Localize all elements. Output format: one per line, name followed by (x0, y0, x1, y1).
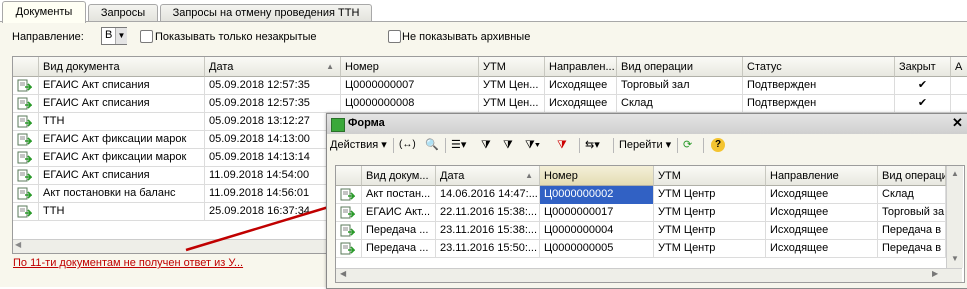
filter-value-icon[interactable]: ⧩ (503, 135, 513, 155)
form-horizontal-scrollbar[interactable]: ◀ ▶ (336, 268, 962, 282)
form-cell-operation: Передача в (878, 222, 946, 240)
form-col-header-utm[interactable]: УТМ (654, 166, 766, 186)
output-list-icon[interactable]: ⇆▾ (585, 135, 600, 155)
form-cell-direction: Исходящее (766, 204, 878, 222)
form-cell-utm: УТМ Центр (654, 186, 766, 204)
help-icon[interactable]: ? (711, 138, 725, 152)
search-icon[interactable]: 🔍 (425, 135, 439, 155)
form-sort-asc-icon: ▲ (525, 171, 533, 180)
form-table[interactable]: Вид докум... Дата ▲ Номер УТМ Направление… (335, 165, 965, 283)
form-col-header-direction[interactable]: Направление (766, 166, 878, 186)
history-icon[interactable]: (↔) (399, 135, 416, 155)
form-cell-number: Ц0000000017 (540, 204, 654, 222)
form-titlebar[interactable]: Форма ✕ (327, 114, 967, 134)
list-settings-icon[interactable]: ☰▾ (451, 135, 466, 155)
form-cell-date: 14.06.2016 14:47:... (436, 186, 540, 204)
form-window: Форма ✕ Действия ▾ (↔) 🔍 ☰▾ ⧩ ⧩ ⧩▾ ⧩ ⇆▾ … (326, 113, 967, 289)
form-app-icon (331, 118, 345, 132)
tab-documents[interactable]: Документы (2, 1, 86, 23)
form-table-row[interactable]: Передача ... 23.11.2016 15:50:... Ц0000000… (336, 240, 946, 258)
form-scroll-left-icon[interactable]: ◀ (340, 269, 346, 278)
form-cell-direction: Исходящее (766, 240, 878, 258)
form-scroll-right-icon[interactable]: ▶ (932, 269, 938, 278)
form-cell-operation: Склад (878, 186, 946, 204)
form-col-header-date[interactable]: Дата ▲ (436, 166, 540, 186)
form-cell-direction: Исходящее (766, 222, 878, 240)
form-cell-number: Ц0000000005 (540, 240, 654, 258)
form-table-row[interactable]: Акт постан... 14.06.2016 14:47:... Ц000000… (336, 186, 946, 204)
form-cell-utm: УТМ Центр (654, 240, 766, 258)
form-cell-type: Акт постан... (362, 186, 436, 204)
form-col-header-type[interactable]: Вид докум... (362, 166, 436, 186)
form-cell-number: Ц0000000002 (540, 186, 654, 204)
refresh-icon[interactable]: ⟳ (683, 135, 692, 155)
form-icon-column-header (336, 166, 362, 186)
form-cell-date: 22.11.2016 15:38:... (436, 204, 540, 222)
scroll-down-icon[interactable]: ▼ (951, 254, 959, 263)
form-cell-utm: УТМ Центр (654, 204, 766, 222)
form-col-header-operation[interactable]: Вид операци (878, 166, 946, 186)
clear-filter-icon[interactable]: ⧩ (557, 135, 567, 155)
form-col-header-number[interactable]: Номер (540, 166, 654, 186)
close-icon[interactable]: ✕ (952, 115, 963, 131)
form-title: Форма (348, 117, 385, 129)
actions-menu[interactable]: Действия ▾ (330, 135, 387, 155)
form-table-row[interactable]: ЕГАИС Акт... 22.11.2016 15:38:... Ц0000000… (336, 204, 946, 222)
form-cell-type: Передача ... (362, 240, 436, 258)
form-cell-type: ЕГАИС Акт... (362, 204, 436, 222)
form-vertical-scrollbar[interactable]: ▲ ▼ (946, 166, 963, 268)
form-toolbar: Действия ▾ (↔) 🔍 ☰▾ ⧩ ⧩ ⧩▾ ⧩ ⇆▾ Перейти … (327, 135, 967, 157)
form-cell-type: Передача ... (362, 222, 436, 240)
form-cell-direction: Исходящее (766, 186, 878, 204)
scroll-up-icon[interactable]: ▲ (951, 169, 959, 178)
filter-icon[interactable]: ⧩ (481, 135, 491, 155)
form-cell-utm: УТМ Центр (654, 222, 766, 240)
filter-list-icon[interactable]: ⧩▾ (525, 135, 540, 155)
form-cell-operation: Торговый за (878, 204, 946, 222)
form-cell-date: 23.11.2016 15:50:... (436, 240, 540, 258)
form-cell-date: 23.11.2016 15:38:... (436, 222, 540, 240)
form-cell-number: Ц0000000004 (540, 222, 654, 240)
form-cell-operation: Передача в (878, 240, 946, 258)
goto-menu[interactable]: Перейти ▾ (619, 135, 671, 155)
form-table-row[interactable]: Передача ... 23.11.2016 15:38:... Ц0000000… (336, 222, 946, 240)
